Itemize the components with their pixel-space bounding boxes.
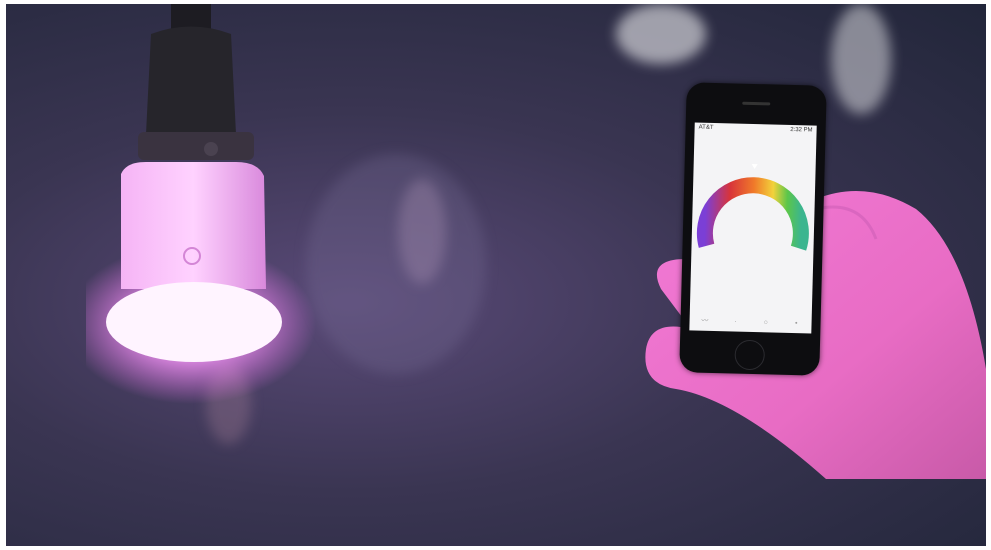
bulb-diffuser (106, 282, 282, 362)
tab-icon[interactable]: ○ (761, 319, 771, 326)
status-bar: AT&T 2:32 PM (695, 122, 817, 135)
status-time: 2:32 PM (790, 126, 813, 134)
bulb-socket (146, 26, 236, 134)
status-carrier: AT&T (698, 124, 714, 131)
bulb-body (121, 162, 266, 289)
wheel-pointer[interactable] (751, 163, 758, 170)
home-button[interactable] (734, 339, 766, 371)
socket-ring (138, 132, 254, 160)
smart-bulb (86, 4, 316, 404)
tab-icon[interactable]: • (791, 320, 801, 327)
tab-icon[interactable]: 〰 (700, 318, 710, 325)
bokeh-light (831, 4, 891, 114)
tab-icon[interactable]: · (730, 319, 740, 326)
photo: AT&T 2:32 PM 〰 · ○ • (6, 4, 986, 546)
smartphone: AT&T 2:32 PM 〰 · ○ • (679, 82, 827, 376)
tab-bar: 〰 · ○ • (689, 318, 811, 328)
socket-screw (204, 142, 218, 156)
phone-speaker (742, 101, 771, 106)
bokeh-light (616, 4, 706, 64)
phone-screen: AT&T 2:32 PM 〰 · ○ • (689, 122, 817, 334)
color-wheel[interactable] (691, 150, 816, 263)
